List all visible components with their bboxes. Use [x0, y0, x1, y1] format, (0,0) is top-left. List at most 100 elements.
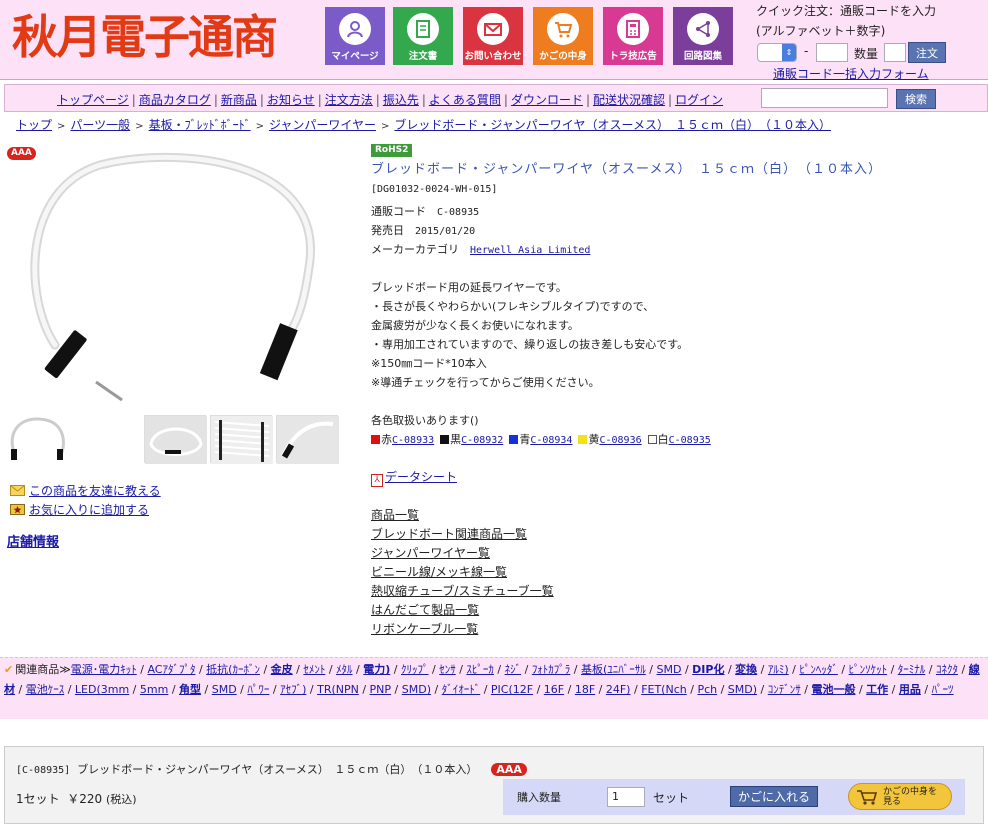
quick-order-qty-input[interactable] [884, 43, 906, 62]
related-link[interactable]: 5mm [140, 683, 168, 696]
site-search-button[interactable]: 検索 [896, 89, 936, 109]
datasheet-label[interactable]: データシート [385, 470, 457, 484]
menu-item[interactable]: ログイン [675, 93, 723, 107]
color-variant-link[interactable]: C-08936 [599, 435, 641, 446]
quick-order-button[interactable]: 注文 [908, 42, 946, 63]
related-link[interactable]: PIC(12F [491, 683, 533, 696]
category-link[interactable]: リボンケーブル一覧 [371, 620, 478, 637]
product-thumbnail[interactable] [144, 415, 207, 464]
related-link[interactable]: ｾﾒﾝﾄ [303, 663, 325, 676]
related-link[interactable]: ｺﾈｸﾀ [936, 663, 958, 676]
related-link[interactable]: ｸﾘｯﾌﾟ [401, 663, 429, 676]
related-link[interactable]: 用品 [899, 683, 921, 696]
related-link[interactable]: ﾊﾟｰﾂ [932, 683, 954, 696]
related-link[interactable]: SMD [657, 663, 682, 676]
related-link[interactable]: 工作 [866, 683, 888, 696]
related-link[interactable]: ﾀﾞｲｵｰﾄﾞ [442, 683, 481, 696]
product-thumbnail[interactable] [210, 415, 273, 464]
related-link[interactable]: ﾀｰﾐﾅﾙ [898, 663, 926, 676]
nav-cart-button[interactable]: かごの中身 [533, 7, 593, 65]
related-link[interactable]: 変換 [735, 663, 757, 676]
related-link[interactable]: SMD) [728, 683, 757, 696]
site-logo[interactable]: 秋月電子通商 [12, 6, 278, 68]
menu-item[interactable]: ダウンロード [511, 93, 583, 107]
category-link[interactable]: ビニール線/メッキ線一覧 [371, 563, 507, 580]
related-link[interactable]: FET(Nch [641, 683, 687, 696]
tell-friend-link[interactable]: この商品を友達に教える [10, 482, 161, 499]
related-link[interactable]: TR(NPN [317, 683, 359, 696]
related-link[interactable]: DIP化 [692, 663, 724, 676]
add-favorite-link[interactable]: お気に入りに追加する [10, 501, 149, 518]
breadcrumb-item[interactable]: ブレッドボード・ジャンパーワイヤ（オスーメス） １５ｃｍ（白） （１０本入） [394, 118, 831, 132]
color-variant-link[interactable]: C-08933 [392, 435, 434, 446]
menu-item[interactable]: よくある質問 [429, 93, 501, 107]
breadcrumb-item[interactable]: パーツ一般 [70, 118, 130, 132]
related-link[interactable]: Pch [697, 683, 717, 696]
nav-mail-button[interactable]: お問い合わせ [463, 7, 523, 65]
menu-item[interactable]: トップページ [57, 93, 129, 107]
quick-order-code-input[interactable] [816, 43, 848, 62]
related-link[interactable]: 抵抗(ｶｰﾎﾞﾝ [206, 663, 260, 676]
datasheet-link[interactable]: ⅄ データシート [371, 468, 457, 487]
related-link[interactable]: 16F [544, 683, 564, 696]
menu-item[interactable]: 注文方法 [325, 93, 373, 107]
menu-item[interactable]: お知らせ [267, 93, 315, 107]
related-link[interactable]: PNP [370, 683, 392, 696]
bulk-order-link[interactable]: 通販コード一括入力フォーム [773, 65, 929, 82]
related-link[interactable]: 金皮 [271, 663, 293, 676]
nav-document-button[interactable]: 注文書 [393, 7, 453, 65]
breadcrumb-item[interactable]: 基板・ﾌﾞﾚｯﾄﾞﾎﾞｰﾄﾞ [149, 118, 251, 132]
related-link[interactable]: 電池一般 [811, 683, 855, 696]
related-link[interactable]: ｽﾋﾟｰｶ [466, 663, 494, 676]
menu-item[interactable]: 新商品 [221, 93, 257, 107]
related-link[interactable]: LED(3mm [75, 683, 129, 696]
related-link[interactable]: 電池ｹｰｽ [26, 683, 65, 696]
view-cart-button[interactable]: かごの中身を見る [848, 783, 952, 810]
nav-user-button[interactable]: マイページ [325, 7, 385, 65]
breadcrumb-item[interactable]: トップ [16, 118, 52, 132]
related-link[interactable]: SMD) [402, 683, 431, 696]
related-link[interactable]: ｾﾝｻ [439, 663, 456, 676]
related-link[interactable]: ﾈｼﾞ [505, 663, 522, 676]
category-link[interactable]: ブレッドボート関連商品一覧 [371, 525, 527, 542]
product-main-image[interactable] [20, 150, 340, 405]
related-link[interactable]: ﾒﾀﾙ [336, 663, 353, 676]
store-info-link[interactable]: 店舗情報 [7, 531, 59, 550]
site-search-input[interactable] [761, 88, 888, 108]
related-link[interactable]: 角型 [179, 683, 201, 696]
related-link[interactable]: ｱｾﾌﾞ) [280, 683, 306, 696]
related-link[interactable]: ｺﾝﾃﾞﾝｻ [768, 683, 801, 696]
related-link[interactable]: ﾋﾟﾝﾍｯﾀﾞ [799, 663, 838, 676]
maker-link[interactable]: Herwell Asia Limited [470, 245, 590, 256]
category-link[interactable]: 商品一覧 [371, 506, 419, 523]
tell-friend-label[interactable]: この商品を友達に教える [29, 484, 161, 498]
menu-item[interactable]: 配送状況確認 [593, 93, 665, 107]
category-link[interactable]: ジャンパーワイヤー覧 [371, 544, 490, 561]
related-link[interactable]: 基板(ﾕﾆﾊﾞｰｻﾙ [581, 663, 646, 676]
related-link[interactable]: 電源･電力ｷｯﾄ [71, 663, 137, 676]
product-thumbnail[interactable] [276, 415, 339, 464]
category-link[interactable]: 熱収縮チューブ/スミチューブ一覧 [371, 582, 554, 599]
nav-calculator-button[interactable]: トラ技広告 [603, 7, 663, 65]
category-link[interactable]: はんだごて製品一覧 [371, 601, 479, 618]
related-link[interactable]: ｱﾙﾐ) [768, 663, 789, 676]
menu-item[interactable]: 商品カタログ [139, 93, 211, 107]
related-link[interactable]: ﾋﾟﾝｿｹｯﾄ [849, 663, 888, 676]
related-link[interactable]: 電力) [363, 663, 390, 676]
color-variant-link[interactable]: C-08932 [461, 435, 503, 446]
add-favorite-label[interactable]: お気に入りに追加する [29, 503, 149, 517]
color-variant-link[interactable]: C-08934 [530, 435, 572, 446]
related-link[interactable]: 18F [575, 683, 595, 696]
breadcrumb-item[interactable]: ジャンパーワイヤー [269, 118, 376, 132]
add-to-cart-button[interactable]: かごに入れる [730, 786, 818, 807]
product-thumbnail[interactable] [7, 415, 69, 463]
related-link[interactable]: 24F) [606, 683, 631, 696]
quick-order-prefix-select[interactable]: ⇕ [757, 43, 797, 62]
color-variant-link[interactable]: C-08935 [669, 435, 711, 446]
order-qty-input[interactable]: 1 [607, 787, 645, 807]
related-link[interactable]: SMD [212, 683, 237, 696]
related-link[interactable]: ACｱﾀﾞﾌﾟﾀ [147, 663, 195, 676]
related-link[interactable]: ﾌｫﾄｶﾌﾟﾗ [532, 663, 571, 676]
menu-item[interactable]: 振込先 [383, 93, 419, 107]
nav-circuit-button[interactable]: 回路図集 [673, 7, 733, 65]
